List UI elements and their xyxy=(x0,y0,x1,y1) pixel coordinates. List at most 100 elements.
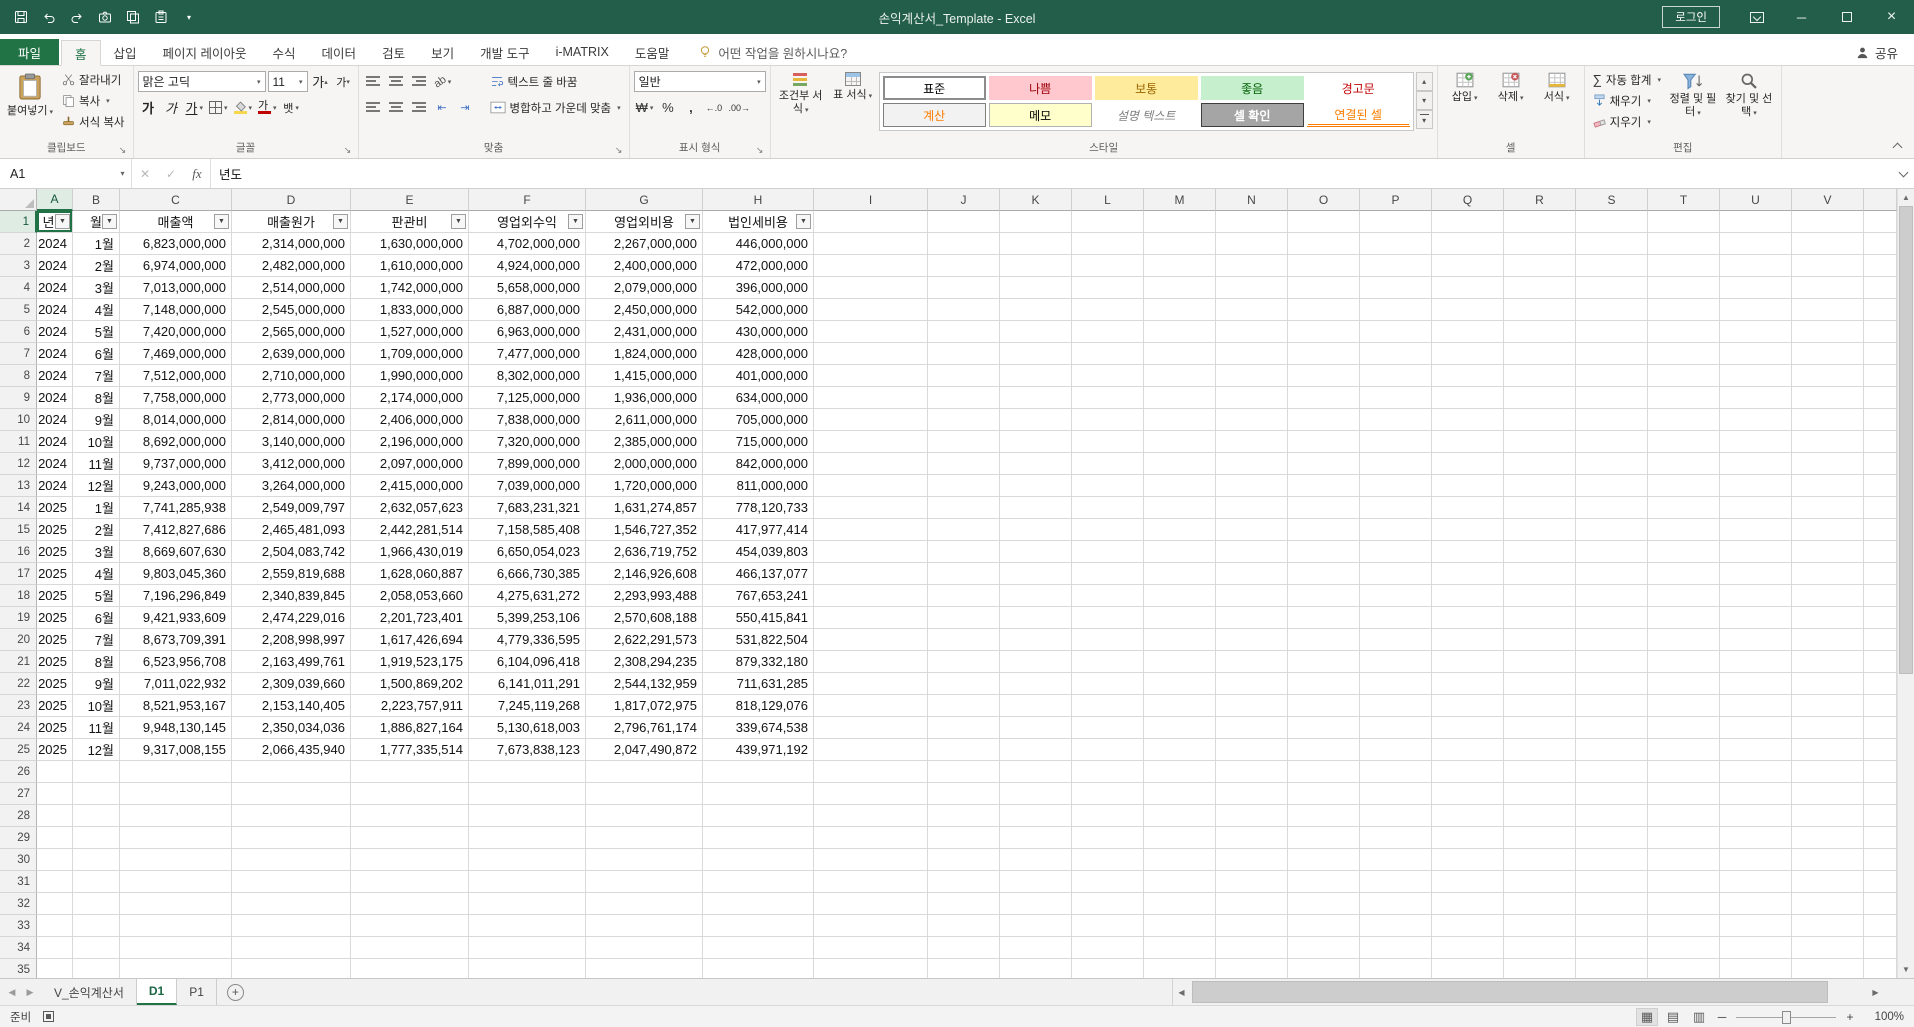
cell-J2[interactable] xyxy=(928,233,1000,255)
cell-F16[interactable]: 6,650,054,023 xyxy=(469,541,586,563)
column-header-T[interactable]: T xyxy=(1648,189,1720,211)
cell-D4[interactable]: 2,514,000,000 xyxy=(232,277,351,299)
cell-K27[interactable] xyxy=(1000,783,1072,805)
cell-M29[interactable] xyxy=(1144,827,1216,849)
cell-B23[interactable]: 10월 xyxy=(73,695,120,717)
clipboard-dialog-launcher[interactable]: ↘ xyxy=(117,144,129,156)
row-header-16[interactable]: 16 xyxy=(0,541,37,563)
zoom-slider[interactable] xyxy=(1736,1009,1836,1025)
cell-U11[interactable] xyxy=(1720,431,1792,453)
cell-C10[interactable]: 8,014,000,000 xyxy=(120,409,232,431)
cell-P14[interactable] xyxy=(1360,497,1432,519)
cell-P10[interactable] xyxy=(1360,409,1432,431)
cell-C23[interactable]: 8,521,953,167 xyxy=(120,695,232,717)
cell-T6[interactable] xyxy=(1648,321,1720,343)
cell-V5[interactable] xyxy=(1792,299,1864,321)
cell-S35[interactable] xyxy=(1576,959,1648,978)
cell-L21[interactable] xyxy=(1072,651,1144,673)
cell-G20[interactable]: 2,622,291,573 xyxy=(586,629,703,651)
cell-J35[interactable] xyxy=(928,959,1000,978)
cell-K22[interactable] xyxy=(1000,673,1072,695)
cell-P6[interactable] xyxy=(1360,321,1432,343)
cell-O27[interactable] xyxy=(1288,783,1360,805)
cell-V11[interactable] xyxy=(1792,431,1864,453)
cell-K18[interactable] xyxy=(1000,585,1072,607)
cell-S7[interactable] xyxy=(1576,343,1648,365)
ribbon-tab-데이터[interactable]: 데이터 xyxy=(309,39,370,65)
cell-F35[interactable] xyxy=(469,959,586,978)
cell-K11[interactable] xyxy=(1000,431,1072,453)
cell-U16[interactable] xyxy=(1720,541,1792,563)
cell-U19[interactable] xyxy=(1720,607,1792,629)
copy-quick-button[interactable] xyxy=(120,2,146,32)
cell-G2[interactable]: 2,267,000,000 xyxy=(586,233,703,255)
cell-D8[interactable]: 2,710,000,000 xyxy=(232,365,351,387)
vertical-scrollbar[interactable]: ▲ ▼ xyxy=(1897,189,1914,978)
cell-E6[interactable]: 1,527,000,000 xyxy=(351,321,469,343)
cell-G4[interactable]: 2,079,000,000 xyxy=(586,277,703,299)
cell-C33[interactable] xyxy=(120,915,232,937)
cell-B32[interactable] xyxy=(73,893,120,915)
cell-J21[interactable] xyxy=(928,651,1000,673)
cell-P11[interactable] xyxy=(1360,431,1432,453)
filter-button-B[interactable]: ▼ xyxy=(102,214,117,229)
cell-N24[interactable] xyxy=(1216,717,1288,739)
ribbon-tab-개발 도구[interactable]: 개발 도구 xyxy=(467,39,542,65)
cell-G1[interactable]: 영업외비용▼ xyxy=(586,211,703,233)
cell-N11[interactable] xyxy=(1216,431,1288,453)
cell-L33[interactable] xyxy=(1072,915,1144,937)
row-header-14[interactable]: 14 xyxy=(0,497,37,519)
cell-C24[interactable]: 9,948,130,145 xyxy=(120,717,232,739)
align-left-button[interactable] xyxy=(363,97,384,118)
cell-O22[interactable] xyxy=(1288,673,1360,695)
cell-C16[interactable]: 8,669,607,630 xyxy=(120,541,232,563)
cell-T25[interactable] xyxy=(1648,739,1720,761)
filter-button-A[interactable]: ▼ xyxy=(55,214,70,229)
cell-E11[interactable]: 2,196,000,000 xyxy=(351,431,469,453)
cell-S18[interactable] xyxy=(1576,585,1648,607)
cell-G23[interactable]: 1,817,072,975 xyxy=(586,695,703,717)
cell-L1[interactable] xyxy=(1072,211,1144,233)
cell-P8[interactable] xyxy=(1360,365,1432,387)
ribbon-tab-삽입[interactable]: 삽입 xyxy=(101,39,150,65)
fill-button[interactable]: 채우기▾ xyxy=(1589,90,1665,111)
paste-quick-button[interactable] xyxy=(148,2,174,32)
cell-G32[interactable] xyxy=(586,893,703,915)
cell-I27[interactable] xyxy=(814,783,928,805)
cell-J14[interactable] xyxy=(928,497,1000,519)
cell-Q3[interactable] xyxy=(1432,255,1504,277)
cell-Q8[interactable] xyxy=(1432,365,1504,387)
cell-V31[interactable] xyxy=(1792,871,1864,893)
insert-function-button[interactable]: fx xyxy=(184,159,210,188)
cell-S17[interactable] xyxy=(1576,563,1648,585)
cell-H27[interactable] xyxy=(703,783,814,805)
cell-L32[interactable] xyxy=(1072,893,1144,915)
cell-O23[interactable] xyxy=(1288,695,1360,717)
cell-E4[interactable]: 1,742,000,000 xyxy=(351,277,469,299)
cell-F30[interactable] xyxy=(469,849,586,871)
cell-Q7[interactable] xyxy=(1432,343,1504,365)
cell-S1[interactable] xyxy=(1576,211,1648,233)
cell-E31[interactable] xyxy=(351,871,469,893)
cell-N10[interactable] xyxy=(1216,409,1288,431)
cell-N28[interactable] xyxy=(1216,805,1288,827)
cell-E32[interactable] xyxy=(351,893,469,915)
cell-E18[interactable]: 2,058,053,660 xyxy=(351,585,469,607)
cell-P1[interactable] xyxy=(1360,211,1432,233)
cell-H4[interactable]: 396,000,000 xyxy=(703,277,814,299)
row-header-7[interactable]: 7 xyxy=(0,343,37,365)
macro-record-icon[interactable] xyxy=(43,1011,54,1022)
cell-N25[interactable] xyxy=(1216,739,1288,761)
cell-N19[interactable] xyxy=(1216,607,1288,629)
cell-E16[interactable]: 1,966,430,019 xyxy=(351,541,469,563)
cell-H18[interactable]: 767,653,241 xyxy=(703,585,814,607)
horizontal-scroll-thumb[interactable] xyxy=(1192,981,1828,1003)
cell-H23[interactable]: 818,129,076 xyxy=(703,695,814,717)
cell-A15[interactable]: 2025 xyxy=(37,519,73,541)
cell-V35[interactable] xyxy=(1792,959,1864,978)
cell-Q29[interactable] xyxy=(1432,827,1504,849)
cell-I26[interactable] xyxy=(814,761,928,783)
cell-L27[interactable] xyxy=(1072,783,1144,805)
cell-T22[interactable] xyxy=(1648,673,1720,695)
cell-D3[interactable]: 2,482,000,000 xyxy=(232,255,351,277)
